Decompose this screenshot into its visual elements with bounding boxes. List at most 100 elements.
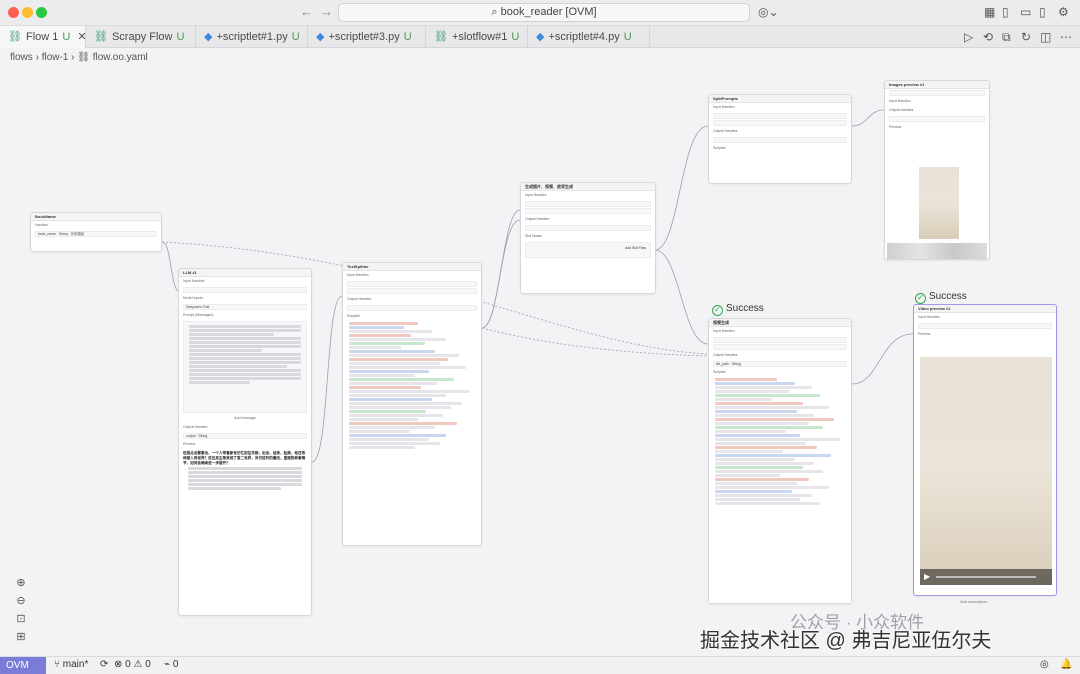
check-icon: ✓ xyxy=(915,293,926,304)
output-row[interactable]: file_path · String xyxy=(713,361,847,367)
code-editor[interactable] xyxy=(709,378,851,505)
input-row[interactable] xyxy=(347,281,477,287)
zoom-in-icon[interactable]: ⊕ xyxy=(12,574,30,592)
slot-node-card[interactable]: Add Slot Flow xyxy=(525,242,651,258)
preview-image[interactable] xyxy=(919,167,959,239)
node-splitprompts[interactable]: SplitPrompts Input Handles Output Handle… xyxy=(708,94,852,184)
minimize-window-button[interactable] xyxy=(22,7,33,18)
node-video-preview[interactable]: Video preview #1 Input Handles Preview ▶ xyxy=(913,304,1057,596)
node-textsplitter[interactable]: TextSplitter Input Handles Output Handle… xyxy=(342,262,482,546)
search-icon: ⌕ xyxy=(491,6,501,18)
window-titlebar: ← → ⌕ book_reader [OVM] ◎⌄ ▦ ▯ ▭ ▯ ⚙ xyxy=(0,0,1080,26)
tab-scriptlet-1[interactable]: ◆ +scriptlet#1.py U xyxy=(196,26,308,48)
video-player[interactable]: ▶ xyxy=(920,357,1052,585)
tab-slotflow-1[interactable]: ⛓ +slotflow#1 U xyxy=(426,26,528,48)
input-row[interactable] xyxy=(889,90,985,96)
back-arrow-icon[interactable]: ← xyxy=(300,4,313,19)
input-row[interactable] xyxy=(713,113,847,119)
flow-file-icon: ⛓ xyxy=(77,52,90,63)
video-controls[interactable]: ▶ xyxy=(920,569,1052,585)
node-title: LLM #1 xyxy=(179,269,311,277)
tab-flow-1[interactable]: ⛓ Flow 1 U ✕ xyxy=(0,26,87,48)
command-search-input[interactable]: ⌕ book_reader [OVM] xyxy=(338,3,750,22)
breadcrumb-file[interactable]: flow.oo.yaml xyxy=(93,52,148,63)
ports-indicator[interactable]: ⌁ 0 xyxy=(164,659,178,670)
output-row[interactable]: output · String xyxy=(183,433,307,439)
input-row[interactable] xyxy=(713,120,847,126)
video-progress[interactable] xyxy=(936,576,1036,578)
edge-prompts-images xyxy=(851,109,885,127)
code-editor[interactable] xyxy=(343,322,481,449)
watermark-juejin: 掘金技术社区 @ 弗吉尼亚伍尔夫 xyxy=(700,630,992,652)
lock-layout-icon[interactable]: ⊞ xyxy=(12,628,30,646)
layout-toggle-icon[interactable]: ▦ xyxy=(984,5,995,19)
handle-row[interactable]: book_name · String · 乐系描绘 xyxy=(35,231,157,237)
tab-scrapy-flow[interactable]: ⛓ Scrapy Flow U xyxy=(86,26,196,48)
node-llm[interactable]: LLM #1 Input Handles Model Inputs Deepse… xyxy=(178,268,312,616)
flow-canvas[interactable]: BookName Handles book_name · String · 乐系… xyxy=(0,66,1080,656)
edge-video-preview xyxy=(851,333,914,385)
node-bookname[interactable]: BookName Handles book_name · String · 乐系… xyxy=(30,212,162,252)
copilot-status-icon[interactable]: ◎ xyxy=(1040,659,1049,670)
thumbnail-strip[interactable] xyxy=(887,243,987,259)
play-icon[interactable]: ▶ xyxy=(924,572,930,581)
zoom-window-button[interactable] xyxy=(36,7,47,18)
input-row[interactable] xyxy=(713,337,847,343)
node-images-preview[interactable]: Images preview #1 Input Handles Output H… xyxy=(884,80,990,260)
sidebar-left-icon[interactable]: ▯ xyxy=(1002,5,1009,19)
output-row[interactable] xyxy=(713,137,847,143)
check-icon: ✓ xyxy=(712,305,723,316)
refresh-icon[interactable]: ↻ xyxy=(1021,30,1031,44)
more-actions-icon[interactable]: ⋯ xyxy=(1060,30,1072,44)
input-row[interactable] xyxy=(183,287,307,293)
node-title: TextSplitter xyxy=(343,263,481,271)
python-file-icon: ◆ xyxy=(316,31,325,43)
close-window-button[interactable] xyxy=(8,7,19,18)
input-row[interactable] xyxy=(713,344,847,350)
breadcrumb-flows[interactable]: flows xyxy=(10,52,33,63)
input-row[interactable] xyxy=(525,208,651,214)
input-row[interactable] xyxy=(347,288,477,294)
forward-arrow-icon[interactable]: → xyxy=(320,4,333,19)
run-debug-icon[interactable]: ⟲ xyxy=(983,30,993,44)
tab-scriptlet-4[interactable]: ◆ +scriptlet#4.py U xyxy=(528,26,650,48)
flow-icon: ⛓ xyxy=(8,31,22,43)
prompt-editor[interactable] xyxy=(183,321,307,413)
git-branch[interactable]: ⑂ main* xyxy=(54,659,88,670)
gear-icon[interactable]: ⚙ xyxy=(1058,5,1069,19)
model-select[interactable]: Deepseek Chat xyxy=(183,304,307,310)
run-flow-icon[interactable]: ▷ xyxy=(964,30,973,44)
split-editor-icon[interactable]: ◫ xyxy=(1040,30,1051,44)
add-message-button[interactable]: Add message xyxy=(179,414,311,423)
open-source-icon[interactable]: ⧉ xyxy=(1002,30,1011,45)
output-row[interactable] xyxy=(347,305,477,311)
notifications-icon[interactable]: 🔔 xyxy=(1060,659,1072,670)
output-row[interactable] xyxy=(525,225,651,231)
zoom-out-icon[interactable]: ⊖ xyxy=(12,592,30,610)
edge-gen-video xyxy=(654,249,709,345)
ovm-status[interactable]: OVM xyxy=(0,657,46,674)
breadcrumb-flow-1[interactable]: flow-1 xyxy=(42,52,69,63)
node-title: 生成图片、视频、放背生成 xyxy=(521,183,655,191)
problems-indicator[interactable]: ⊗ 0 ⚠ 0 xyxy=(114,659,151,670)
fit-view-icon[interactable]: ⊡ xyxy=(12,610,30,628)
edge-gen-prompts xyxy=(654,125,709,251)
node-generate-image[interactable]: 生成图片、视频、放背生成 Input Handles Output Handle… xyxy=(520,182,656,294)
tab-scriptlet-3[interactable]: ◆ +scriptlet#3.py U xyxy=(308,26,426,48)
edge-splitter-gen2 xyxy=(481,209,521,329)
sync-icon[interactable]: ⟳ xyxy=(100,659,108,670)
node-title: Video preview #1 xyxy=(914,305,1056,313)
node-video-generation[interactable]: 视频生成 Input Handles Output Handles file_p… xyxy=(708,318,852,604)
preview-text: 但是北龙要拿出，一个人带着新世记忆前往东部，出龙，经来，赵颜，他在等待被入间世界… xyxy=(183,450,307,490)
add-slot-flow-button[interactable]: Add Slot Flow xyxy=(625,246,646,250)
success-badge: ✓ Success xyxy=(712,303,764,316)
output-row[interactable] xyxy=(889,116,985,122)
broadcast-icon: ⌁ xyxy=(164,659,173,670)
error-icon: ⊗ xyxy=(114,659,126,670)
node-title: BookName xyxy=(31,213,161,221)
input-row[interactable] xyxy=(918,323,1052,329)
input-row[interactable] xyxy=(525,201,651,207)
sidebar-right-icon[interactable]: ▯ xyxy=(1039,5,1046,19)
copilot-icon[interactable]: ◎⌄ xyxy=(758,5,779,19)
panel-bottom-icon[interactable]: ▭ xyxy=(1020,5,1031,19)
